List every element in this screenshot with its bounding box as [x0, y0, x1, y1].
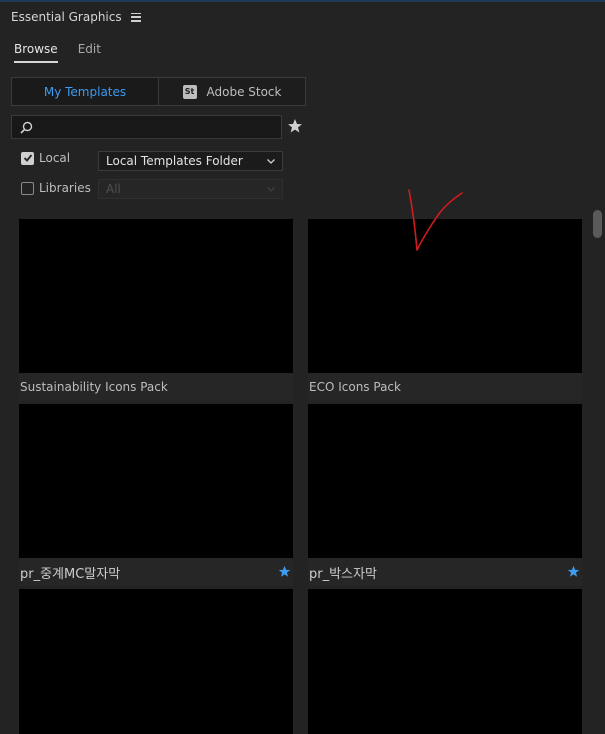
hamburger-menu-icon[interactable]	[130, 12, 141, 22]
checkmark-icon	[23, 154, 32, 162]
template-card[interactable]: ECO Icons Pack	[308, 219, 582, 401]
local-folder-value: Local Templates Folder	[106, 154, 243, 168]
local-checkbox[interactable]	[21, 151, 34, 165]
chevron-down-icon	[267, 187, 275, 192]
template-thumbnail[interactable]	[308, 404, 582, 558]
tab-browse[interactable]: Browse	[14, 42, 58, 63]
local-label: Local	[39, 151, 71, 165]
template-name: pr_중계MC말자막	[19, 558, 293, 586]
panel-header: Essential Graphics	[0, 2, 605, 32]
templates-grid: Sustainability Icons Pack ECO Icons Pack…	[0, 219, 590, 734]
search-input[interactable]	[39, 120, 281, 134]
my-templates-button[interactable]: My Templates	[12, 78, 159, 105]
template-card[interactable]: pr_중계MC말자막	[19, 404, 293, 586]
adobe-stock-label: Adobe Stock	[206, 84, 282, 99]
template-name: Sustainability Icons Pack	[19, 373, 293, 401]
libraries-dropdown: All	[98, 179, 283, 199]
template-card[interactable]: pr_박스자막	[308, 404, 582, 586]
search-box	[11, 115, 282, 139]
vertical-scrollbar[interactable]	[590, 204, 605, 734]
favorite-star-icon[interactable]	[278, 565, 291, 578]
libraries-value: All	[106, 182, 121, 196]
panel-tabs: Browse Edit	[14, 42, 101, 63]
search-icon	[20, 121, 33, 134]
favorite-star-icon[interactable]	[567, 565, 580, 578]
chevron-down-icon	[267, 159, 275, 164]
libraries-label: Libraries	[39, 181, 91, 195]
template-thumbnail[interactable]	[19, 404, 293, 558]
adobe-stock-button[interactable]: St Adobe Stock	[159, 78, 305, 105]
panel-title: Essential Graphics	[11, 10, 122, 24]
template-name: ECO Icons Pack	[308, 373, 582, 401]
template-thumbnail[interactable]	[19, 219, 293, 373]
favorites-filter-star-icon[interactable]	[287, 118, 303, 134]
local-filter-row: Local	[21, 151, 70, 165]
tab-edit[interactable]: Edit	[78, 42, 101, 63]
template-source-switch: My Templates St Adobe Stock	[11, 77, 306, 106]
adobe-stock-icon: St	[182, 84, 197, 99]
template-name: pr_박스자막	[308, 558, 582, 586]
template-thumbnail[interactable]	[308, 219, 582, 373]
template-thumbnail[interactable]	[308, 589, 582, 734]
template-card[interactable]	[19, 589, 293, 734]
template-card[interactable]: Sustainability Icons Pack	[19, 219, 293, 401]
template-card[interactable]	[308, 589, 582, 734]
libraries-filter-row: Libraries	[21, 181, 91, 195]
template-thumbnail[interactable]	[19, 589, 293, 734]
scrollbar-thumb[interactable]	[593, 210, 602, 238]
local-folder-dropdown[interactable]: Local Templates Folder	[98, 151, 283, 171]
libraries-checkbox[interactable]	[21, 181, 34, 195]
